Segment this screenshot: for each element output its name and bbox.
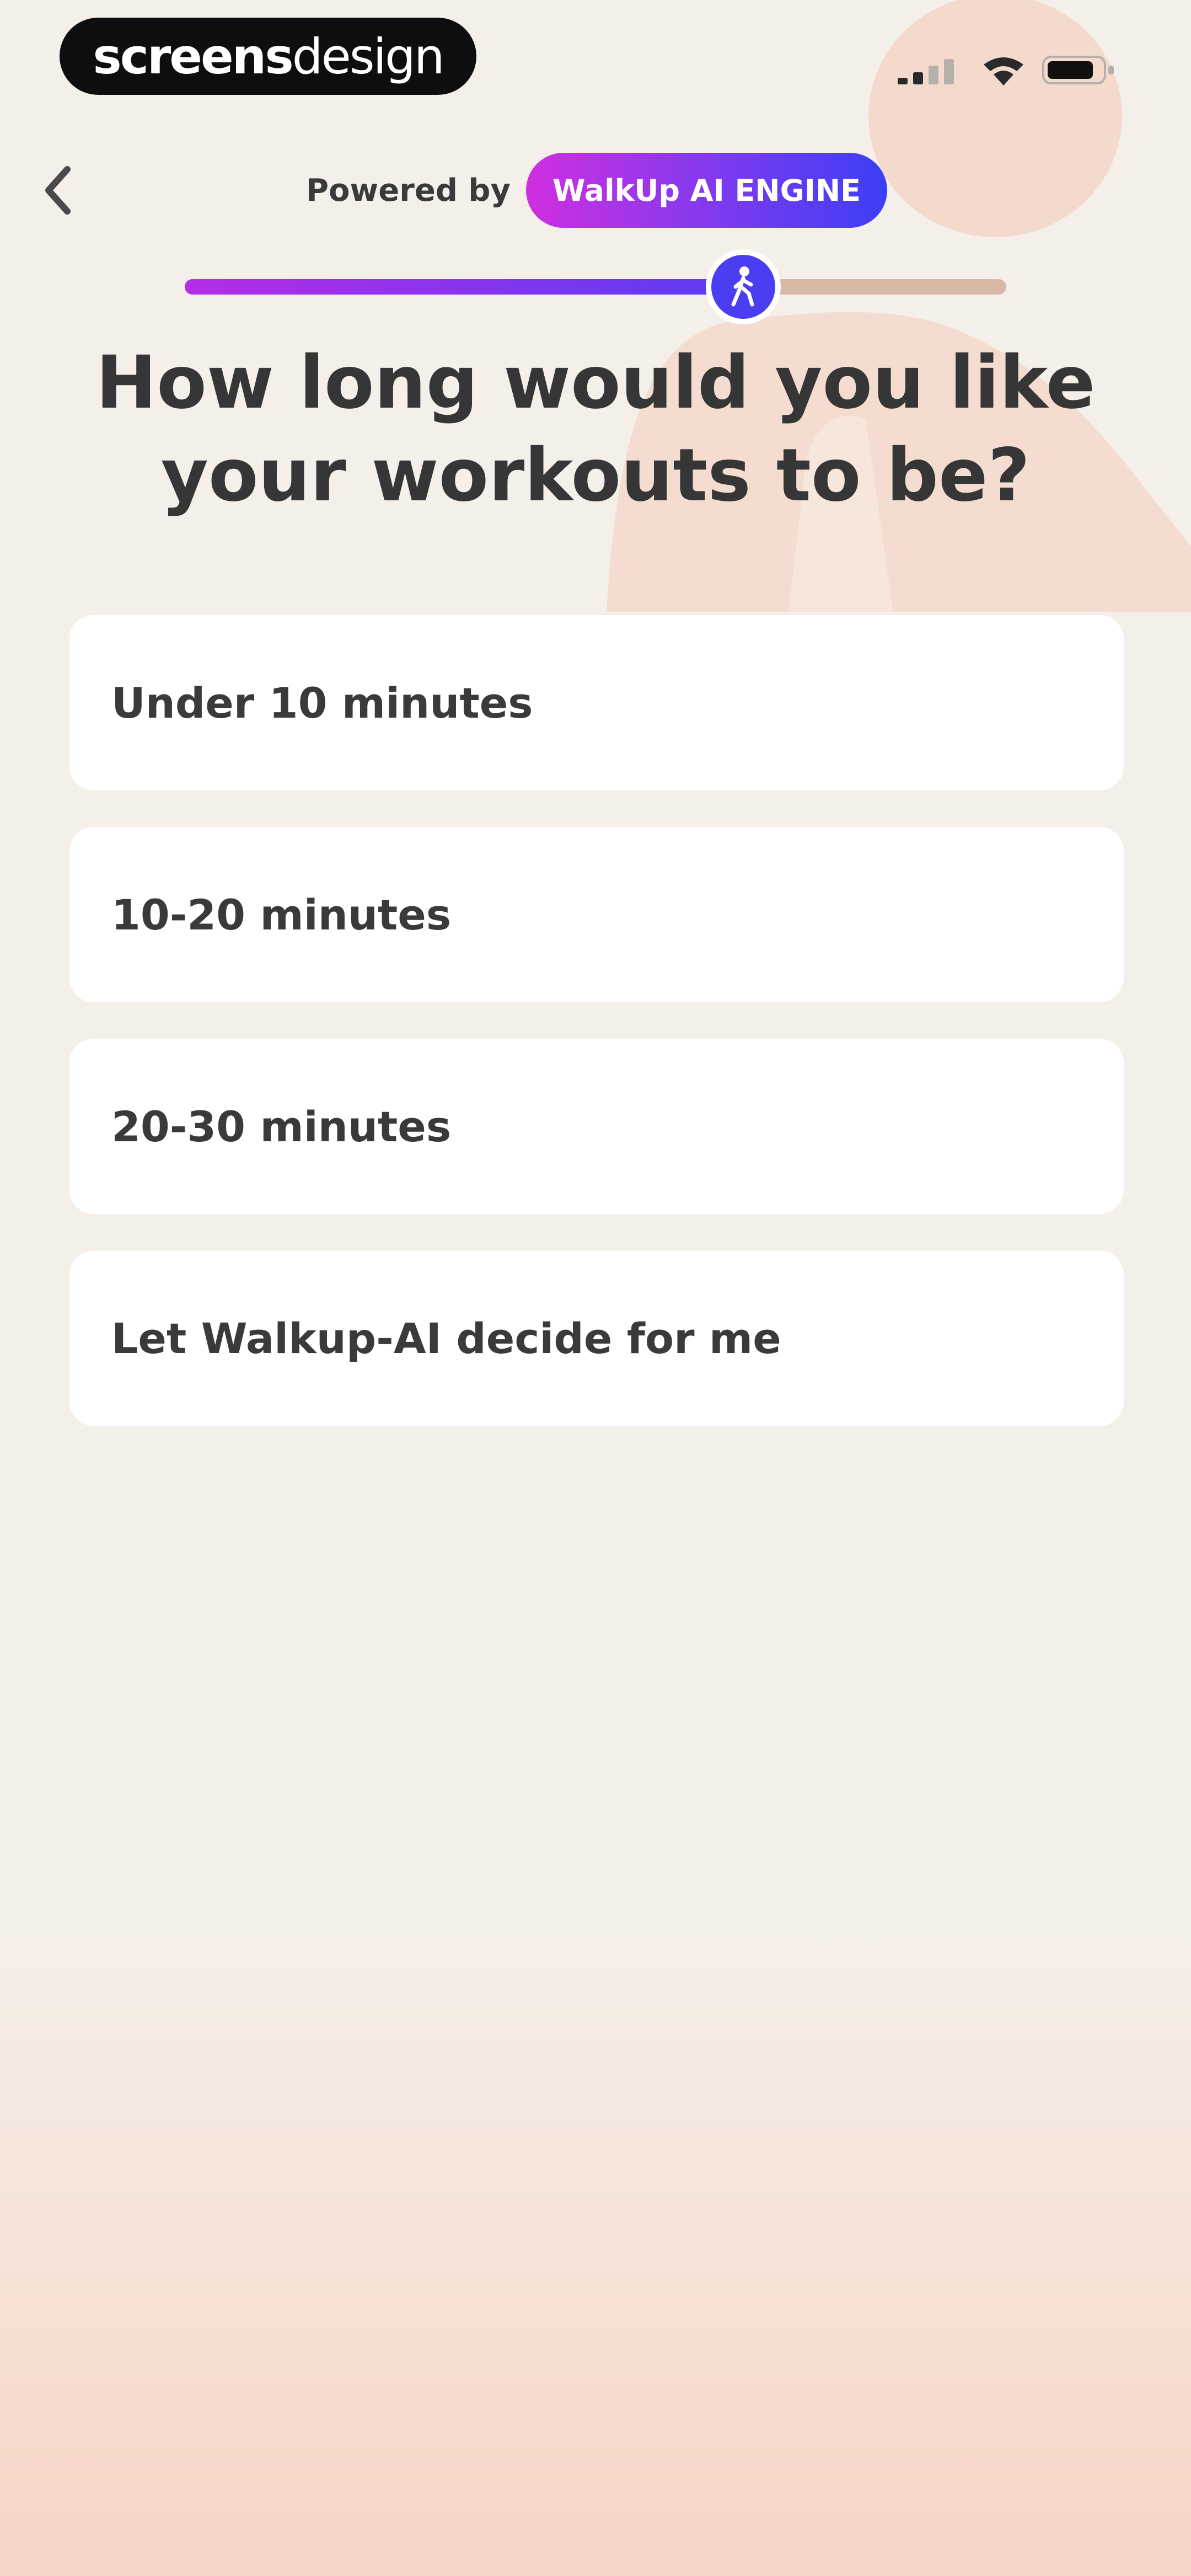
duration-options-list: Under 10 minutes 10-20 minutes 20-30 min… (69, 615, 1124, 1462)
option-label: Under 10 minutes (111, 678, 533, 728)
ai-engine-badge: WalkUp AI ENGINE (526, 153, 888, 228)
back-button[interactable] (33, 160, 83, 221)
option-label: 20-30 minutes (111, 1102, 452, 1151)
progress-fill (185, 279, 744, 295)
powered-by-label: Powered by (306, 172, 511, 209)
progress-knob (706, 249, 781, 324)
option-20-30-minutes[interactable]: 20-30 minutes (69, 1039, 1124, 1214)
logo-text-screens: screens (93, 28, 293, 85)
wifi-icon (984, 57, 1023, 85)
battery-icon (1042, 56, 1114, 84)
screensdesign-logo: screens design (60, 18, 476, 95)
decorative-circle (868, 0, 1122, 237)
logo-text-design: design (292, 28, 445, 85)
walking-figure-icon (731, 266, 754, 307)
option-under-10-minutes[interactable]: Under 10 minutes (69, 615, 1124, 790)
status-bar (893, 47, 1125, 91)
option-label: Let Walkup-AI decide for me (111, 1313, 781, 1363)
option-let-ai-decide[interactable]: Let Walkup-AI decide for me (69, 1250, 1124, 1426)
option-10-20-minutes[interactable]: 10-20 minutes (69, 827, 1124, 1002)
question-title: How long would you like your workouts to… (95, 340, 1096, 518)
powered-by-row: Powered by WalkUp AI ENGINE (306, 152, 888, 229)
option-label: 10-20 minutes (111, 890, 452, 939)
chevron-left-icon (45, 166, 71, 215)
signal-icon (898, 59, 954, 84)
onboarding-progress-bar (185, 249, 1006, 324)
